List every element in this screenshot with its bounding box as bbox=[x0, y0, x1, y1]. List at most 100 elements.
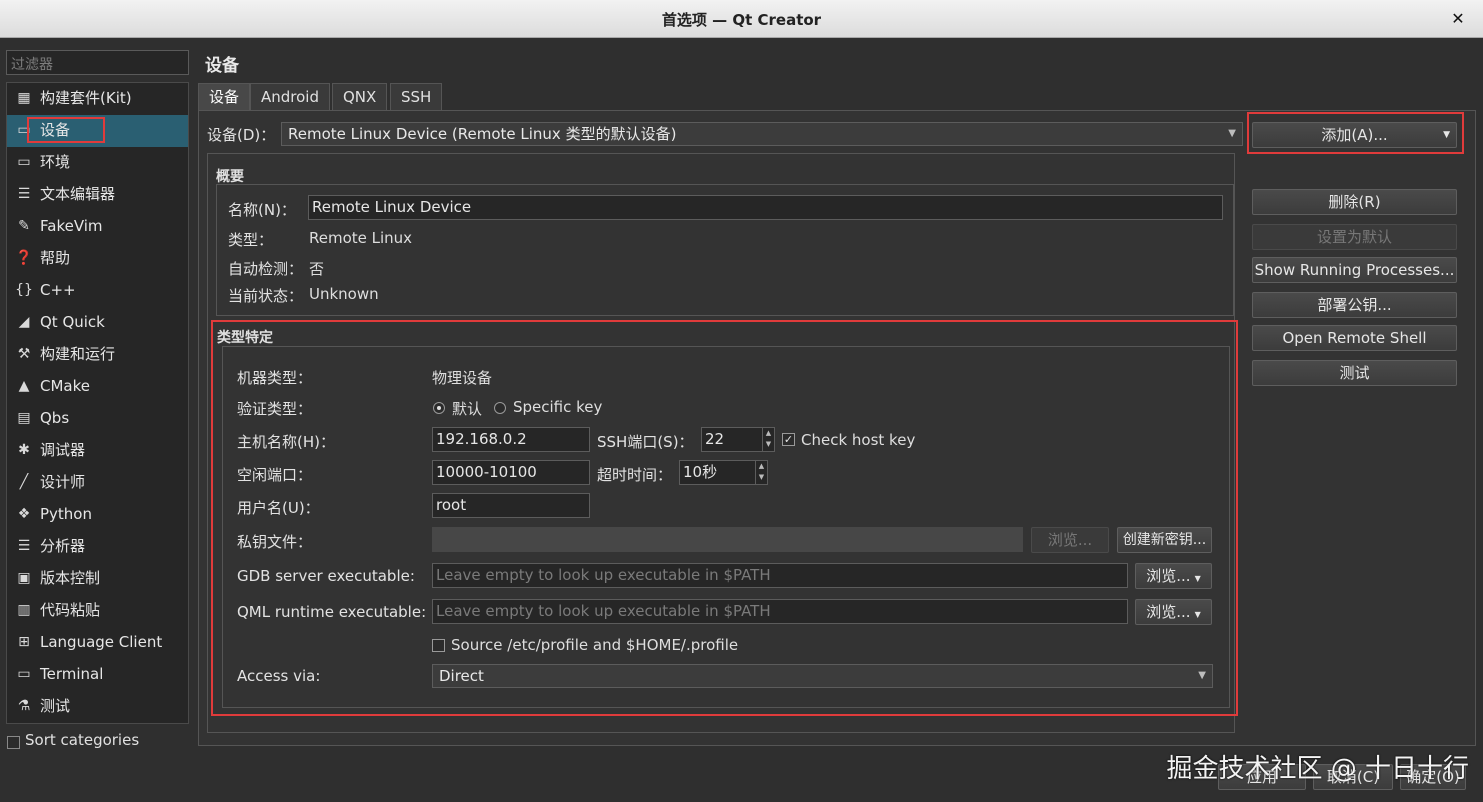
window-title: 首选项 — Qt Creator bbox=[0, 0, 1483, 38]
close-icon[interactable]: ✕ bbox=[1449, 10, 1467, 28]
category-code-paste[interactable]: ▥ 代码粘贴 bbox=[7, 595, 188, 627]
category-terminal[interactable]: ▭ Terminal bbox=[7, 659, 188, 691]
category-analyzer[interactable]: ☰ 分析器 bbox=[7, 531, 188, 563]
device-combo[interactable]: Remote Linux Device (Remote Linux 类型的默认设… bbox=[281, 122, 1243, 146]
general-group-title: 概要 bbox=[216, 169, 244, 185]
type-value: Remote Linux bbox=[309, 229, 413, 247]
qml-input[interactable]: Leave empty to look up executable in $PA… bbox=[432, 599, 1128, 624]
spin-arrows-icon[interactable]: ▲ ▼ bbox=[755, 461, 767, 484]
tab-android[interactable]: Android bbox=[250, 83, 330, 111]
remove-device-button[interactable]: 删除(R) bbox=[1252, 189, 1457, 215]
timeout-spinbox[interactable]: 10秒 ▲ ▼ bbox=[679, 460, 768, 485]
monitor-icon: ▭ bbox=[17, 154, 31, 170]
bug-icon: ✱ bbox=[18, 442, 30, 458]
category-fakevim[interactable]: ✎ FakeVim bbox=[7, 211, 188, 243]
braces-icon: {} bbox=[15, 282, 33, 298]
watermark: 掘金技术社区 @ 十日十行 bbox=[1166, 754, 1469, 784]
chevron-down-icon: ▼ bbox=[1194, 610, 1201, 619]
category-qtquick[interactable]: ◢ Qt Quick bbox=[7, 307, 188, 339]
machine-type-label: 机器类型： bbox=[237, 369, 313, 387]
chevron-down-icon: ▼ bbox=[1228, 128, 1236, 139]
key-browse-button[interactable]: 浏览... bbox=[1031, 527, 1109, 553]
tab-qnx[interactable]: QNX bbox=[332, 83, 388, 111]
language-client-icon: ⊞ bbox=[18, 634, 30, 650]
open-shell-button[interactable]: Open Remote Shell bbox=[1252, 325, 1457, 351]
category-debugger[interactable]: ✱ 调试器 bbox=[7, 435, 188, 467]
spin-arrows-icon[interactable]: ▲ ▼ bbox=[762, 428, 774, 451]
category-help[interactable]: ❓ 帮助 bbox=[7, 243, 188, 275]
category-test[interactable]: ⚗ 测试 bbox=[7, 691, 188, 723]
version-control-icon: ▣ bbox=[17, 570, 31, 586]
free-ports-label: 空闲端口： bbox=[237, 466, 313, 484]
tab-ssh[interactable]: SSH bbox=[390, 83, 443, 111]
category-text-editor[interactable]: ☰ 文本编辑器 bbox=[7, 179, 188, 211]
auth-specific-label: Specific key bbox=[513, 398, 603, 416]
set-default-button[interactable]: 设置为默认 bbox=[1252, 224, 1457, 250]
cmake-icon: ▲ bbox=[18, 378, 30, 394]
sort-categories-label: Sort categories bbox=[25, 731, 140, 749]
access-label: Access via: bbox=[237, 667, 321, 685]
category-python[interactable]: ❖ Python bbox=[7, 499, 188, 531]
access-combo[interactable]: Direct ▼ bbox=[432, 664, 1213, 688]
category-kit[interactable]: ▦ 构建套件(Kit) bbox=[7, 83, 188, 115]
gdb-browse-button[interactable]: 浏览... ▼ bbox=[1135, 563, 1212, 589]
device-label: 设备(D)： bbox=[207, 126, 276, 144]
category-list: ▦ 构建套件(Kit) ▭ 设备 ▭ 环境 ☰ 文本编辑器 ✎ FakeVim ❓ 帮助 {… bbox=[6, 82, 189, 724]
category-designer[interactable]: ╱ 设计师 bbox=[7, 467, 188, 499]
highlight-device-category bbox=[27, 117, 105, 143]
user-input[interactable]: root bbox=[432, 493, 590, 518]
hammer-icon: ⚒ bbox=[17, 346, 31, 362]
auth-default-radio[interactable] bbox=[433, 402, 445, 414]
test-icon: ⚗ bbox=[17, 698, 31, 714]
free-ports-input[interactable]: 10000-10100 bbox=[432, 460, 590, 485]
show-processes-button[interactable]: Show Running Processes... bbox=[1252, 257, 1457, 283]
python-icon: ❖ bbox=[17, 506, 31, 522]
qtquick-icon: ◢ bbox=[18, 314, 30, 330]
host-input[interactable]: 192.168.0.2 bbox=[432, 427, 590, 452]
text-editor-icon: ☰ bbox=[17, 186, 31, 202]
tab-devices[interactable]: 设备 bbox=[198, 83, 251, 111]
category-qbs[interactable]: ▤ Qbs bbox=[7, 403, 188, 435]
state-value: Unknown bbox=[309, 285, 379, 303]
check-host-key-checkbox[interactable]: ✓ bbox=[782, 433, 795, 446]
category-cpp[interactable]: {} C++ bbox=[7, 275, 188, 307]
create-key-button[interactable]: 创建新密钥... bbox=[1117, 527, 1212, 553]
category-cmake[interactable]: ▲ CMake bbox=[7, 371, 188, 403]
category-language-client[interactable]: ⊞ Language Client bbox=[7, 627, 188, 659]
host-label: 主机名称(H)： bbox=[237, 433, 335, 451]
type-label: 类型： bbox=[228, 231, 274, 249]
key-file-input[interactable] bbox=[432, 527, 1023, 552]
key-file-label: 私钥文件： bbox=[237, 533, 313, 551]
auth-specific-radio[interactable] bbox=[494, 402, 506, 414]
source-profile-label: Source /etc/profile and $HOME/.profile bbox=[451, 636, 739, 654]
autodetect-value: 否 bbox=[309, 260, 325, 278]
machine-type-value: 物理设备 bbox=[432, 369, 493, 387]
highlight-add-button bbox=[1247, 112, 1464, 154]
category-build-run[interactable]: ⚒ 构建和运行 bbox=[7, 339, 188, 371]
analyzer-icon: ☰ bbox=[17, 538, 31, 554]
page-title: 设备 bbox=[205, 56, 239, 76]
filter-input[interactable]: 过滤器 bbox=[6, 50, 189, 75]
autodetect-label: 自动检测： bbox=[228, 260, 304, 278]
timeout-label: 超时时间： bbox=[597, 466, 673, 484]
category-environment[interactable]: ▭ 环境 bbox=[7, 147, 188, 179]
category-version-control[interactable]: ▣ 版本控制 bbox=[7, 563, 188, 595]
pen-icon: ╱ bbox=[19, 474, 29, 490]
chevron-down-icon: ▼ bbox=[1198, 670, 1206, 681]
test-device-button[interactable]: 测试 bbox=[1252, 360, 1457, 386]
qml-browse-button[interactable]: 浏览... ▼ bbox=[1135, 599, 1212, 625]
deploy-key-button[interactable]: 部署公钥... bbox=[1252, 292, 1457, 318]
name-label: 名称(N)： bbox=[228, 201, 296, 219]
source-profile-checkbox[interactable] bbox=[432, 639, 445, 652]
sort-categories-checkbox[interactable] bbox=[7, 736, 20, 749]
gdb-label: GDB server executable: bbox=[237, 567, 415, 585]
ssh-port-spinbox[interactable]: 22 ▲ ▼ bbox=[701, 427, 775, 452]
state-label: 当前状态： bbox=[228, 287, 304, 305]
gdb-input[interactable]: Leave empty to look up executable in $PA… bbox=[432, 563, 1128, 588]
check-host-key-label: Check host key bbox=[801, 431, 916, 449]
device-name-input[interactable]: Remote Linux Device bbox=[308, 195, 1223, 220]
qbs-icon: ▤ bbox=[17, 410, 31, 426]
ssh-port-label: SSH端口(S)： bbox=[597, 433, 694, 451]
terminal-icon: ▭ bbox=[17, 666, 31, 682]
kit-icon: ▦ bbox=[17, 90, 31, 106]
